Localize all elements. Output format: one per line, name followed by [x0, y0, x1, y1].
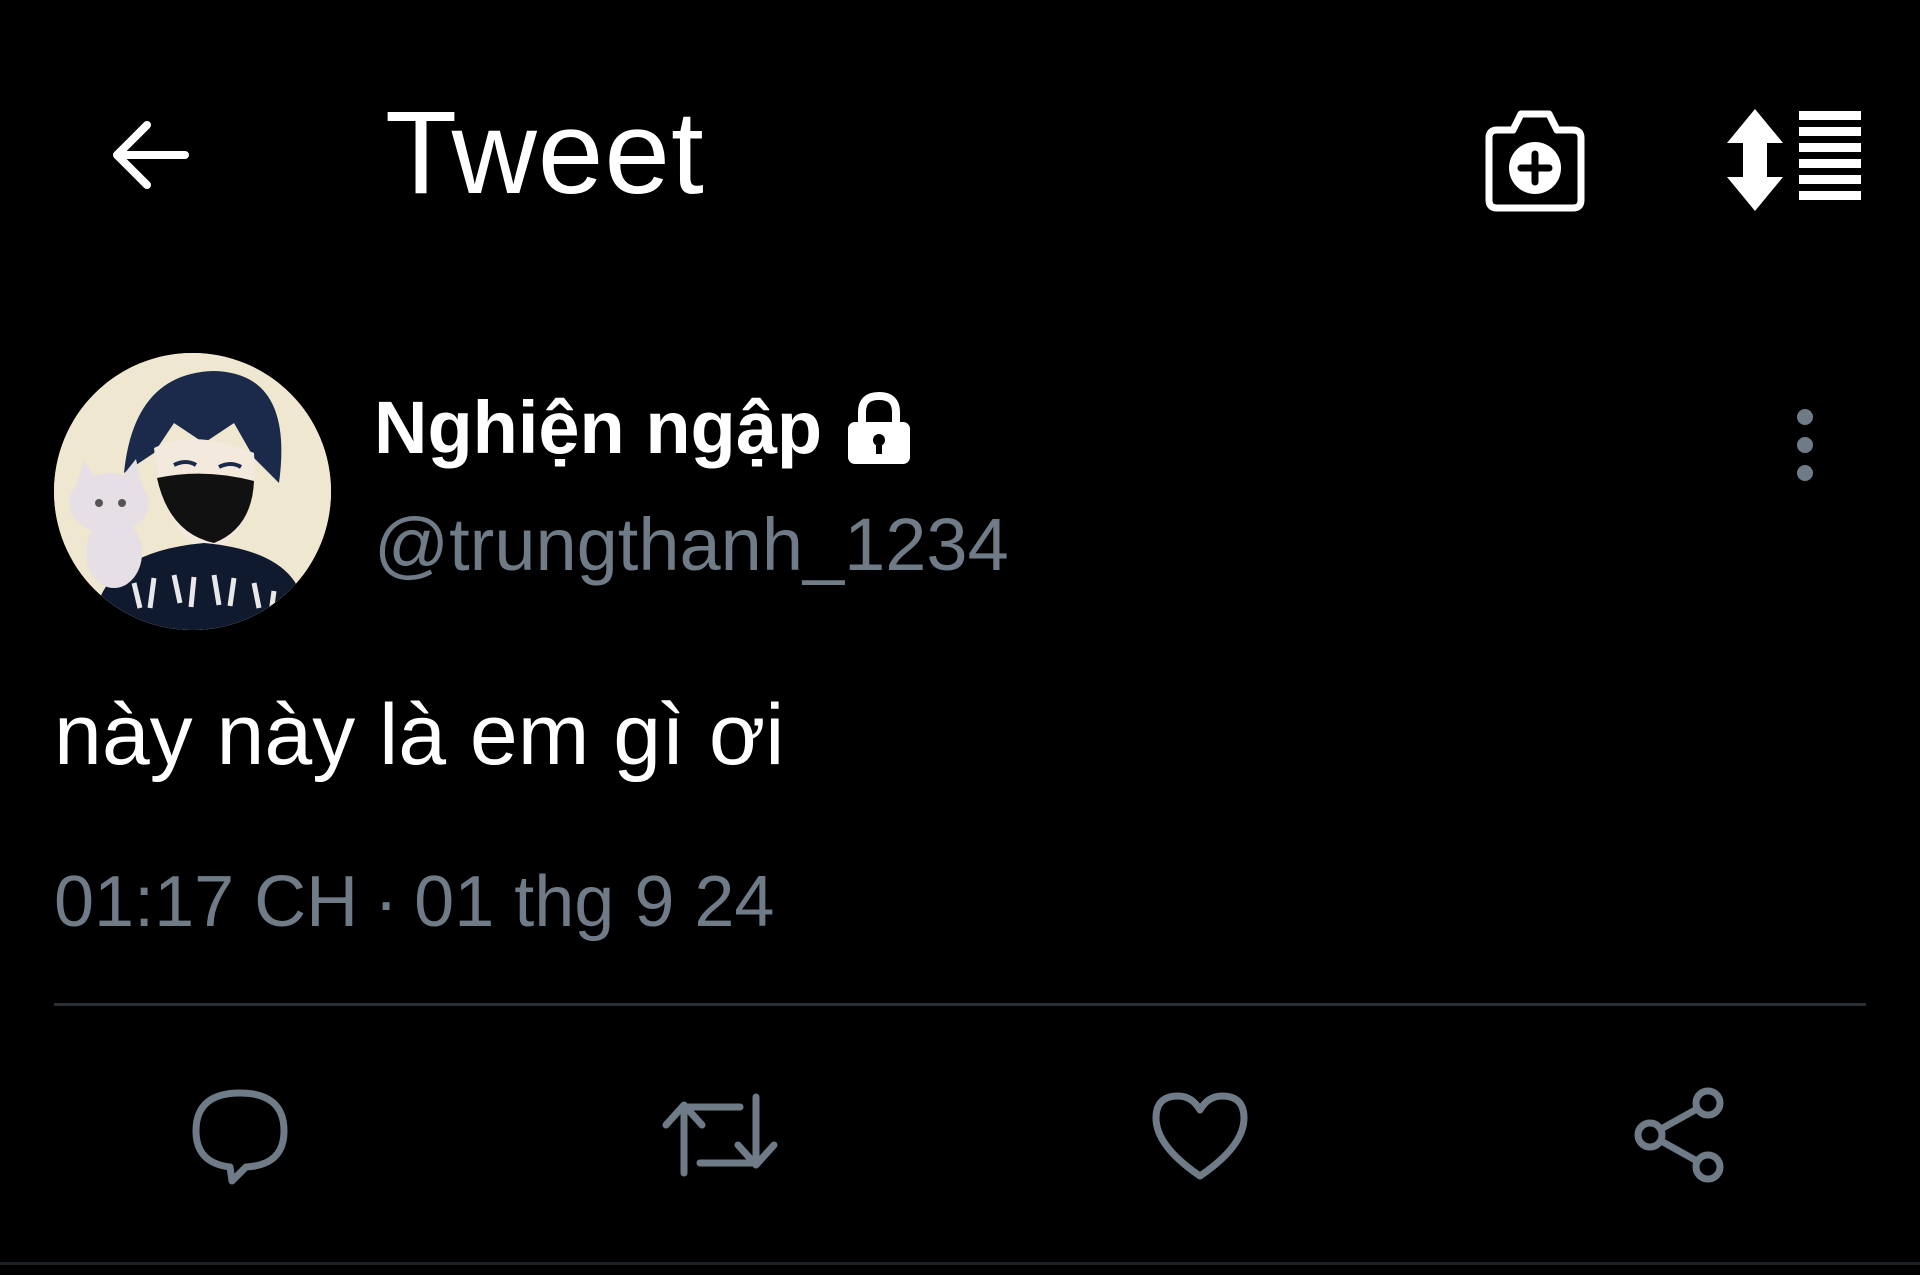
tweet-timestamp: 01:17 CH · 01 thg 9 24: [54, 854, 774, 950]
bottom-border: [0, 1262, 1920, 1265]
arrow-left-icon: [113, 121, 189, 189]
tweet-text: này này là em gì ơi: [54, 687, 785, 783]
camera-button[interactable]: [1475, 100, 1595, 220]
avatar-image: [54, 353, 331, 630]
share-icon: [1634, 1087, 1724, 1183]
camera-add-icon: [1485, 110, 1585, 212]
like-button[interactable]: [1140, 1080, 1260, 1190]
retweet-icon: [662, 1093, 778, 1177]
reply-button[interactable]: [180, 1080, 300, 1190]
page-title: Tweet: [385, 87, 705, 219]
author-handle[interactable]: @trungthanh_1234: [374, 500, 1009, 590]
tweet-date: 01 thg 9 24: [414, 862, 775, 942]
sort-list-icon: [1727, 109, 1861, 211]
divider: [54, 1003, 1866, 1006]
back-button[interactable]: [95, 100, 205, 210]
reply-bubble-icon: [192, 1089, 288, 1185]
author-name-row[interactable]: Nghiện ngập: [374, 383, 916, 473]
retweet-button[interactable]: [660, 1080, 780, 1190]
meta-separator: ·: [374, 862, 399, 942]
share-button[interactable]: [1620, 1080, 1740, 1190]
more-options-button[interactable]: [1770, 400, 1840, 490]
more-vertical-icon: [1797, 409, 1813, 481]
tweet-time: 01:17 CH: [54, 862, 359, 942]
sort-button[interactable]: [1715, 100, 1875, 220]
heart-icon: [1152, 1092, 1248, 1180]
author-name: Nghiện ngập: [374, 386, 823, 469]
lock-icon: [848, 391, 911, 464]
avatar[interactable]: [54, 353, 331, 630]
